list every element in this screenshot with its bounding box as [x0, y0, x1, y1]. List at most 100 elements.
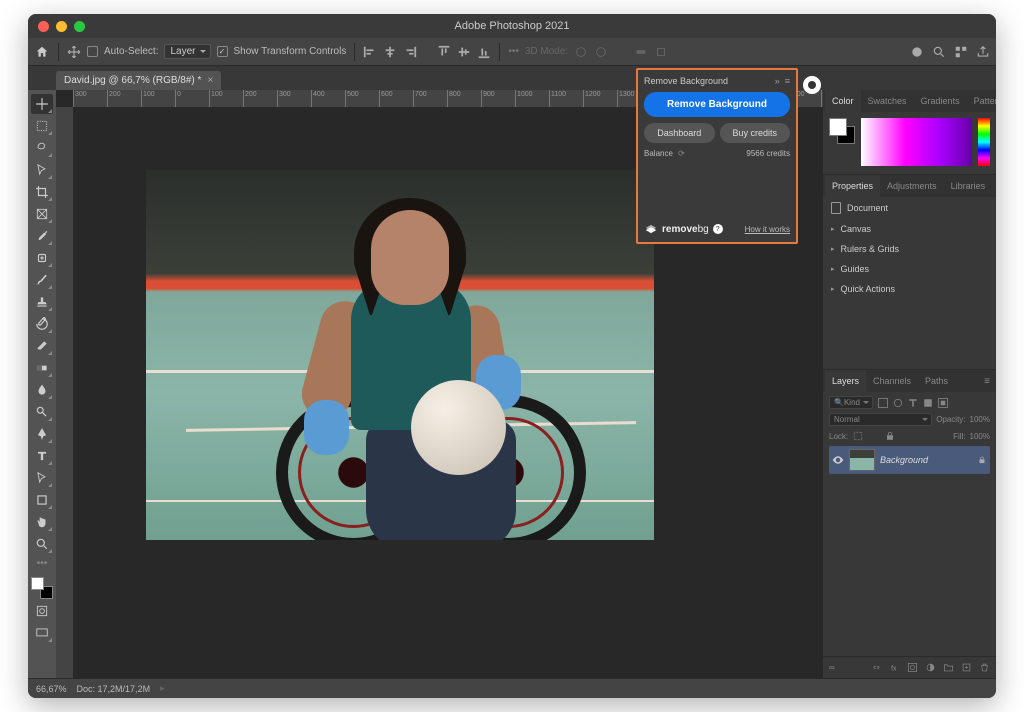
close-window-button[interactable]: [38, 21, 49, 32]
lasso-tool[interactable]: [31, 138, 53, 158]
share-icon[interactable]: [976, 45, 990, 59]
properties-section-quick[interactable]: ▸Quick Actions: [823, 279, 996, 299]
filter-shape-icon[interactable]: [922, 397, 934, 409]
filter-smart-icon[interactable]: [937, 397, 949, 409]
align-center-h-icon[interactable]: [383, 45, 397, 59]
how-it-works-link[interactable]: How it works: [745, 225, 790, 234]
quick-mask-tool[interactable]: [31, 601, 53, 621]
blend-mode-dropdown[interactable]: Normal: [829, 413, 932, 426]
screen-mode-tool[interactable]: [31, 623, 53, 643]
blur-tool[interactable]: [31, 380, 53, 400]
tab-patterns[interactable]: Patterns: [967, 90, 996, 112]
cloud-icon[interactable]: [910, 45, 924, 59]
remove-background-button[interactable]: Remove Background: [644, 92, 790, 117]
tab-properties[interactable]: Properties: [825, 175, 880, 197]
search-icon[interactable]: [932, 45, 946, 59]
move-tool-icon[interactable]: [67, 45, 81, 59]
shape-tool[interactable]: [31, 490, 53, 510]
3d-pan-icon: [614, 45, 628, 59]
tab-paths[interactable]: Paths: [918, 370, 955, 392]
eyedropper-tool[interactable]: [31, 226, 53, 246]
panel-menu-icon[interactable]: ≡: [992, 181, 996, 192]
zoom-level[interactable]: 66,67%: [36, 684, 67, 694]
type-tool[interactable]: [31, 446, 53, 466]
hue-slider[interactable]: [978, 118, 990, 166]
maximize-window-button[interactable]: [74, 21, 85, 32]
close-tab-icon[interactable]: ×: [207, 75, 213, 86]
minimize-window-button[interactable]: [56, 21, 67, 32]
align-left-icon[interactable]: [363, 45, 377, 59]
align-top-icon[interactable]: [437, 45, 451, 59]
properties-section-guides[interactable]: ▸Guides: [823, 259, 996, 279]
plugin-launcher-icon[interactable]: [803, 76, 821, 94]
adjustment-layer-icon[interactable]: [925, 662, 936, 673]
align-bottom-icon[interactable]: [477, 45, 491, 59]
3d-roll-icon: [594, 45, 608, 59]
tab-adjustments[interactable]: Adjustments: [880, 175, 944, 197]
eraser-tool[interactable]: [31, 336, 53, 356]
home-icon[interactable]: [34, 45, 50, 59]
lock-position-icon[interactable]: [868, 430, 880, 442]
move-tool[interactable]: [31, 94, 53, 114]
collapse-icon[interactable]: »: [775, 76, 780, 86]
dashboard-button[interactable]: Dashboard: [644, 123, 715, 143]
brush-tool[interactable]: [31, 270, 53, 290]
panel-menu-icon[interactable]: ≡: [785, 76, 790, 86]
lock-icon[interactable]: [977, 455, 987, 465]
filter-adjust-icon[interactable]: [892, 397, 904, 409]
zoom-tool[interactable]: [31, 534, 53, 554]
crop-tool[interactable]: [31, 182, 53, 202]
color-swatches[interactable]: [31, 577, 53, 599]
show-transform-checkbox[interactable]: [217, 46, 228, 57]
opacity-value[interactable]: 100%: [970, 415, 990, 424]
stamp-tool[interactable]: [31, 292, 53, 312]
hand-tool[interactable]: [31, 512, 53, 532]
selection-tool[interactable]: [31, 160, 53, 180]
new-layer-icon[interactable]: [961, 662, 972, 673]
tab-libraries[interactable]: Libraries: [944, 175, 993, 197]
color-picker-swatch[interactable]: [829, 118, 855, 144]
auto-select-dropdown[interactable]: Layer: [164, 44, 210, 59]
properties-section-rulers[interactable]: ▸Rulers & Grids: [823, 239, 996, 259]
pen-tool[interactable]: [31, 424, 53, 444]
group-icon[interactable]: [943, 662, 954, 673]
gradient-tool[interactable]: [31, 358, 53, 378]
path-tool[interactable]: [31, 468, 53, 488]
right-panels: Color Swatches Gradients Patterns ≡ Prop…: [823, 90, 996, 678]
tab-layers[interactable]: Layers: [825, 370, 866, 392]
filter-type-icon[interactable]: [907, 397, 919, 409]
document-canvas[interactable]: [146, 170, 654, 540]
auto-select-checkbox[interactable]: [87, 46, 98, 57]
history-brush-tool[interactable]: [31, 314, 53, 334]
buy-credits-button[interactable]: Buy credits: [720, 123, 791, 143]
healing-tool[interactable]: [31, 248, 53, 268]
visibility-icon[interactable]: [832, 454, 844, 466]
frame-tool[interactable]: [31, 204, 53, 224]
layer-filter-dropdown[interactable]: 🔍Kind: [829, 396, 873, 409]
tab-channels[interactable]: Channels: [866, 370, 918, 392]
dodge-tool[interactable]: [31, 402, 53, 422]
lock-pixels-icon[interactable]: [852, 430, 864, 442]
properties-section-canvas[interactable]: ▸Canvas: [823, 219, 996, 239]
align-right-icon[interactable]: [403, 45, 417, 59]
lock-all-icon[interactable]: [884, 430, 896, 442]
info-icon[interactable]: ?: [713, 224, 723, 234]
panel-menu-icon[interactable]: ≡: [980, 376, 994, 387]
tool-overflow[interactable]: •••: [37, 558, 48, 569]
layer-mask-icon[interactable]: [907, 662, 918, 673]
tab-color[interactable]: Color: [825, 90, 861, 112]
tab-gradients[interactable]: Gradients: [914, 90, 967, 112]
link-layers-icon[interactable]: [871, 662, 882, 673]
document-tab[interactable]: David.jpg @ 66,7% (RGB/8#) * ×: [56, 71, 221, 90]
tab-swatches[interactable]: Swatches: [861, 90, 914, 112]
filter-image-icon[interactable]: [877, 397, 889, 409]
fill-value[interactable]: 100%: [970, 432, 990, 441]
color-spectrum[interactable]: [861, 118, 972, 166]
delete-layer-icon[interactable]: [979, 662, 990, 673]
marquee-tool[interactable]: [31, 116, 53, 136]
refresh-icon[interactable]: ⟳: [676, 149, 685, 158]
layer-row[interactable]: Background: [829, 446, 990, 474]
align-center-v-icon[interactable]: [457, 45, 471, 59]
layer-style-icon[interactable]: fx: [889, 662, 900, 673]
workspace-icon[interactable]: [954, 45, 968, 59]
